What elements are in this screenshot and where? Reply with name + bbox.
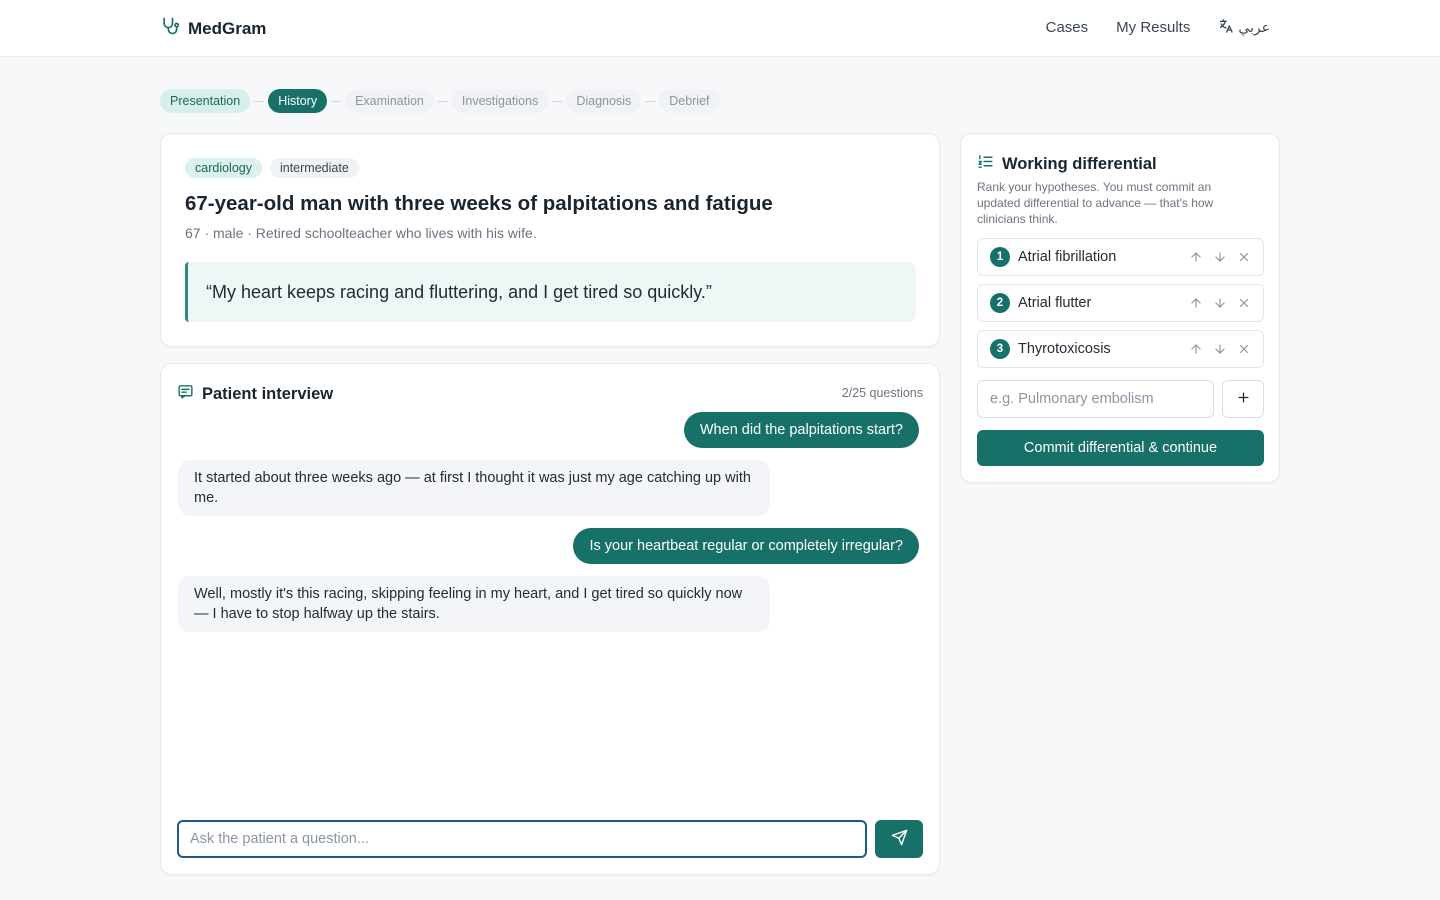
rank-badge: 1 xyxy=(990,247,1010,267)
rank-badge: 2 xyxy=(990,293,1010,313)
arrow-up-icon[interactable] xyxy=(1189,250,1203,264)
step-divider xyxy=(645,100,656,102)
differential-item[interactable]: 3 Thyrotoxicosis xyxy=(977,330,1264,368)
patient-message: Well, mostly it's this racing, skipping … xyxy=(178,576,770,632)
list-ordered-icon xyxy=(977,153,994,175)
user-message: Is your heartbeat regular or completely … xyxy=(573,528,919,564)
differential-description: Rank your hypotheses. You must commit an… xyxy=(977,180,1214,226)
step-divider xyxy=(331,100,342,102)
user-message: When did the palpitations start? xyxy=(683,412,919,448)
step-presentation[interactable]: Presentation xyxy=(160,89,251,113)
x-icon[interactable] xyxy=(1237,250,1251,264)
specialty-tag: cardiology xyxy=(185,158,262,178)
step-divider xyxy=(254,100,265,102)
message-square-icon xyxy=(177,383,194,405)
commit-differential-button[interactable]: Commit differential & continue xyxy=(977,430,1264,466)
patient-quote: “My heart keeps racing and fluttering, a… xyxy=(185,262,916,322)
differential-item[interactable]: 2 Atrial flutter xyxy=(977,284,1264,322)
step-debrief: Debrief xyxy=(659,89,720,113)
differential-item[interactable]: 1 Atrial fibrillation xyxy=(977,238,1264,276)
step-investigations: Investigations xyxy=(451,89,549,113)
nav-cases[interactable]: Cases xyxy=(1046,19,1089,36)
plus-icon xyxy=(1236,390,1251,408)
top-navigation-bar: MedGram Cases My Results عربي xyxy=(0,0,1440,57)
stethoscope-icon xyxy=(160,16,180,41)
patient-message: It started about three weeks ago — at fi… xyxy=(178,460,770,516)
differential-header: Working differential xyxy=(977,153,1157,175)
case-subtitle: 67 · male · Retired schoolteacher who li… xyxy=(185,225,537,241)
differential-title: Working differential xyxy=(1002,154,1157,173)
step-diagnosis: Diagnosis xyxy=(566,89,642,113)
send-button[interactable] xyxy=(875,820,923,858)
rank-badge: 3 xyxy=(990,339,1010,359)
step-divider xyxy=(437,100,448,102)
case-stepper: Presentation History Examination Investi… xyxy=(160,89,720,113)
brand[interactable]: MedGram xyxy=(160,16,266,41)
arrow-down-icon[interactable] xyxy=(1213,250,1227,264)
x-icon[interactable] xyxy=(1237,296,1251,310)
main-nav: Cases My Results عربي xyxy=(1046,18,1270,37)
add-differential-button[interactable] xyxy=(1222,380,1264,418)
question-input[interactable] xyxy=(177,820,867,858)
case-card: cardiology intermediate 67-year-old man … xyxy=(160,133,940,347)
x-icon[interactable] xyxy=(1237,342,1251,356)
question-composer xyxy=(177,820,925,858)
patient-interview-card: Patient interview 2/25 questions When di… xyxy=(160,363,940,875)
step-examination: Examination xyxy=(345,89,434,113)
step-history[interactable]: History xyxy=(268,89,328,113)
case-title: 67-year-old man with three weeks of palp… xyxy=(185,192,773,215)
differential-name: Thyrotoxicosis xyxy=(1018,341,1111,357)
send-icon xyxy=(891,829,908,849)
language-label: عربي xyxy=(1238,19,1270,35)
arrow-down-icon[interactable] xyxy=(1213,296,1227,310)
arrow-up-icon[interactable] xyxy=(1189,342,1203,356)
differential-name: Atrial fibrillation xyxy=(1018,249,1117,265)
nav-my-results[interactable]: My Results xyxy=(1116,19,1190,36)
interview-title: Patient interview xyxy=(202,384,334,403)
arrow-up-icon[interactable] xyxy=(1189,296,1203,310)
arrow-down-icon[interactable] xyxy=(1213,342,1227,356)
language-toggle[interactable]: عربي xyxy=(1218,18,1270,37)
level-tag: intermediate xyxy=(269,158,359,178)
translate-icon xyxy=(1218,18,1234,37)
working-differential-card: Working differential Rank your hypothese… xyxy=(960,133,1280,483)
step-divider xyxy=(552,100,563,102)
differential-name: Atrial flutter xyxy=(1018,295,1092,311)
case-tags: cardiology intermediate xyxy=(185,158,359,178)
brand-name: MedGram xyxy=(188,18,267,38)
add-differential-input[interactable] xyxy=(977,380,1214,418)
interview-header: Patient interview xyxy=(177,383,333,405)
add-differential-row xyxy=(977,380,1264,418)
question-counter: 2/25 questions xyxy=(841,386,923,400)
